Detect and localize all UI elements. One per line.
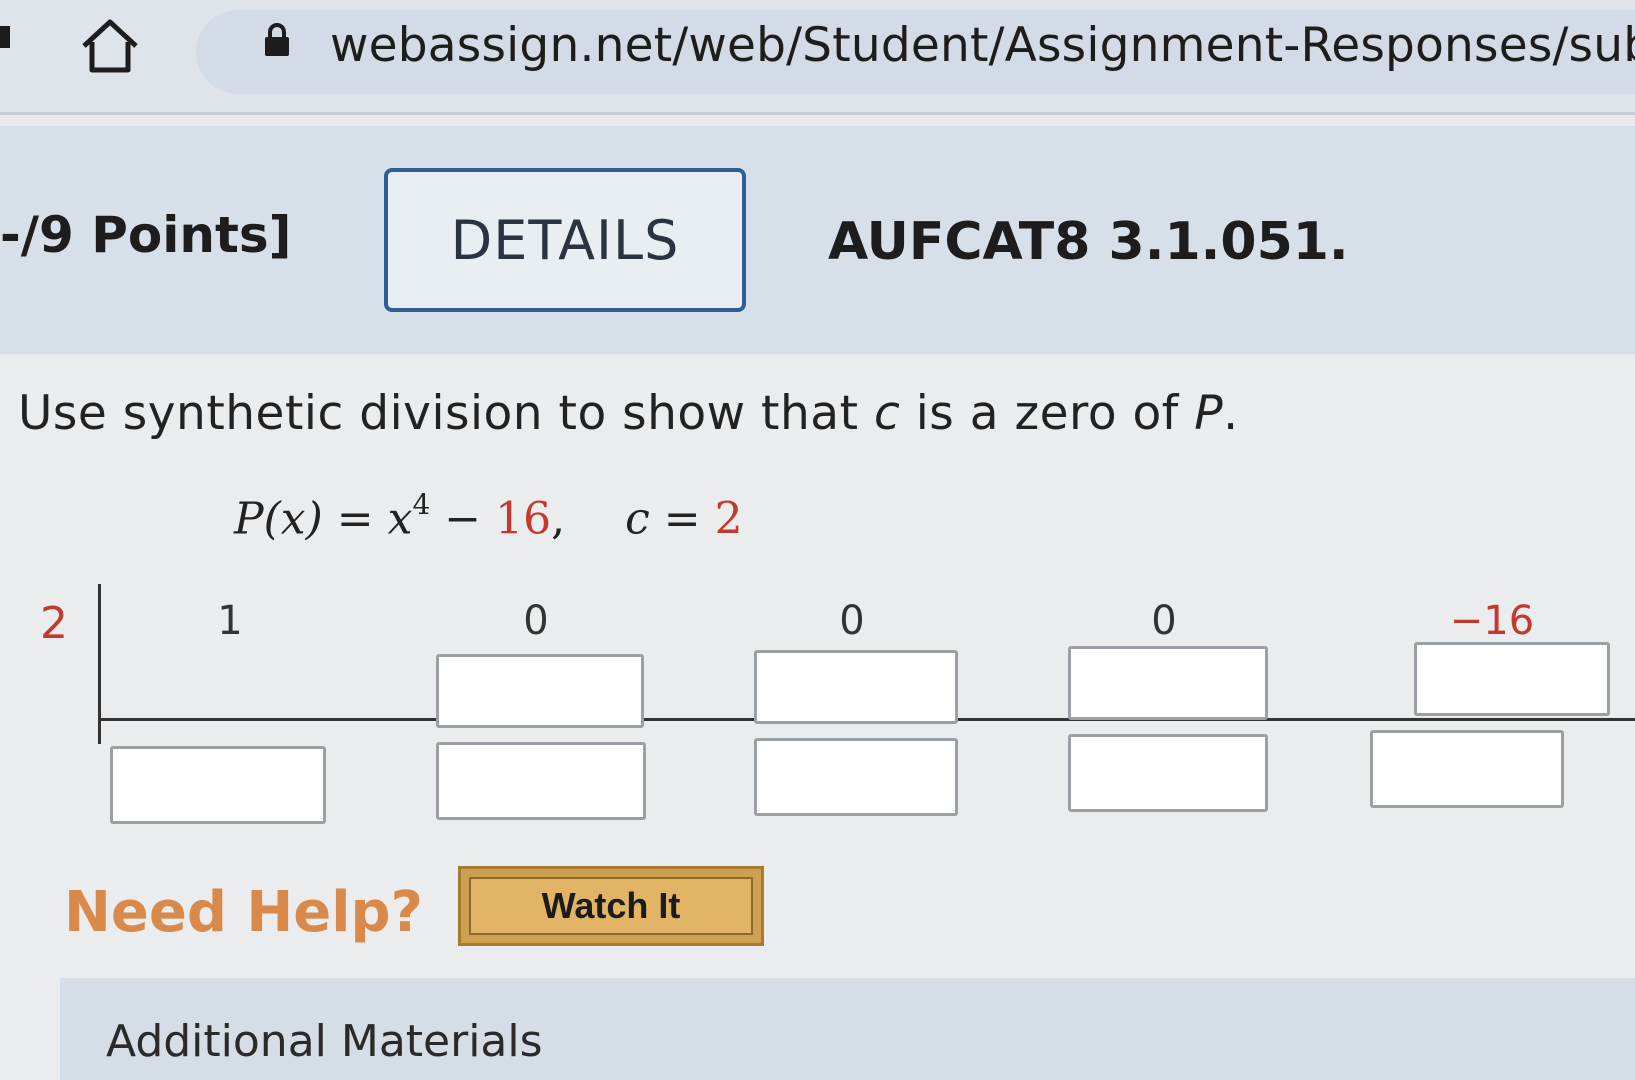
instruction-text: Use synthetic division to show that c is… [18, 386, 1239, 441]
coefficient-2: 0 [523, 598, 549, 644]
url-text[interactable]: webassign.net/web/Student/Assignment-Res… [330, 18, 1635, 73]
equation-minus: − [430, 493, 496, 545]
equation-constant: 16 [495, 493, 552, 545]
problem-id: AUFCAT8 3.1.051. [828, 212, 1349, 272]
synthetic-divisor: 2 [40, 598, 68, 649]
equation-c-value: 2 [714, 493, 743, 545]
equation-comma: , [551, 493, 566, 545]
additional-materials-label: Additional Materials [106, 1016, 543, 1067]
instruction-pre: Use synthetic division to show that [18, 386, 874, 441]
coefficient-1: 1 [217, 598, 243, 644]
equation-equals: = [322, 493, 388, 545]
details-button[interactable]: DETAILS [384, 168, 746, 312]
coefficient-3: 0 [839, 598, 865, 644]
bottom-row-input-3[interactable] [754, 738, 958, 816]
equation-c-variable: c [625, 493, 650, 545]
equation-variable: x [387, 493, 413, 545]
toolbar-divider [0, 112, 1635, 115]
lock-icon [265, 23, 289, 56]
middle-row-input-2[interactable] [436, 654, 644, 728]
equation-lhs: P(x) [234, 493, 323, 545]
watch-it-button[interactable]: Watch It [458, 866, 764, 946]
polynomial-equation: P(x) = x4 − 16, c = 2 [234, 488, 743, 545]
points-label: -/9 Points] [0, 206, 292, 264]
instruction-p: P [1194, 386, 1224, 441]
middle-row-input-3[interactable] [754, 650, 958, 724]
instruction-mid: is a zero of [900, 386, 1195, 441]
need-help-label: Need Help? [64, 880, 424, 945]
middle-row-input-5[interactable] [1414, 642, 1610, 716]
coefficient-5: −16 [1449, 598, 1535, 644]
toolbar-edge-fragment [0, 26, 10, 48]
coefficient-4: 0 [1151, 598, 1177, 644]
instruction-post: . [1223, 386, 1239, 441]
equation-c-equals: = [649, 493, 715, 545]
home-icon[interactable] [78, 16, 142, 76]
middle-row-input-4[interactable] [1068, 646, 1268, 720]
equation-exponent: 4 [412, 488, 431, 521]
bottom-row-input-5[interactable] [1370, 730, 1564, 808]
bottom-row-input-1[interactable] [110, 746, 326, 824]
browser-toolbar: webassign.net/web/Student/Assignment-Res… [0, 0, 1635, 112]
bottom-row-input-4[interactable] [1068, 734, 1268, 812]
watch-it-label: Watch It [469, 877, 753, 935]
bottom-row-input-2[interactable] [436, 742, 646, 820]
instruction-c: c [873, 386, 901, 441]
